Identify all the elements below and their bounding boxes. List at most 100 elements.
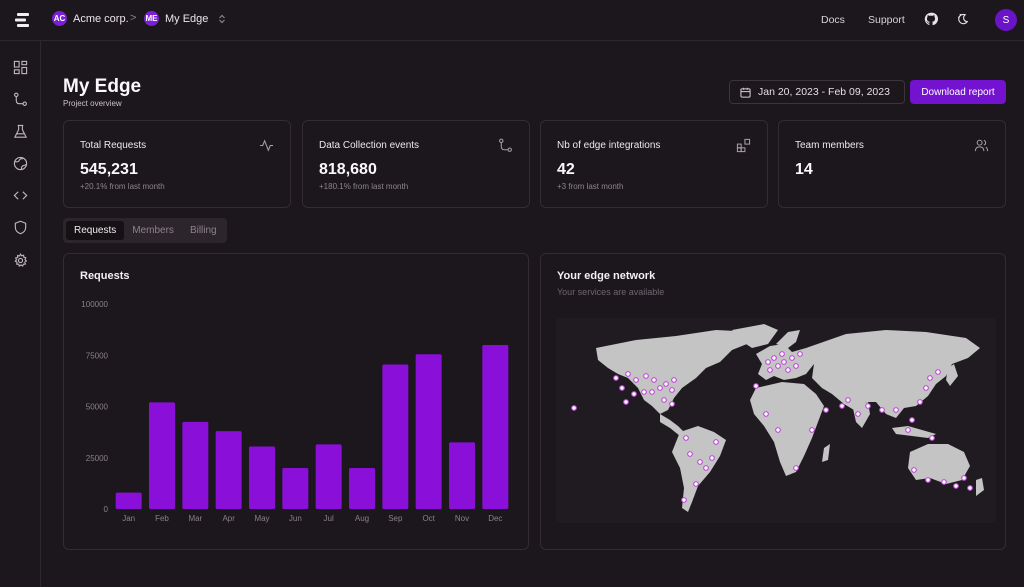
- server-location-dot[interactable]: [923, 385, 929, 391]
- server-location-dot[interactable]: [693, 481, 699, 487]
- server-location-dot[interactable]: [771, 355, 777, 361]
- server-location-dot[interactable]: [797, 351, 803, 357]
- server-location-dot[interactable]: [809, 427, 815, 433]
- git-branch-icon[interactable]: [13, 92, 28, 107]
- server-location-dot[interactable]: [767, 367, 773, 373]
- bar-jul[interactable]: [315, 444, 342, 509]
- bar-apr[interactable]: [215, 431, 242, 509]
- map-land: [596, 324, 984, 512]
- server-location-dot[interactable]: [775, 363, 781, 369]
- server-location-dot[interactable]: [925, 477, 931, 483]
- server-location-dot[interactable]: [661, 397, 667, 403]
- server-location-dot[interactable]: [681, 497, 687, 503]
- shield-icon[interactable]: [13, 220, 28, 235]
- server-location-dot[interactable]: [619, 385, 625, 391]
- org-switcher[interactable]: AC Acme corp.: [52, 11, 129, 26]
- avatar[interactable]: S: [995, 9, 1017, 31]
- server-location-dot[interactable]: [697, 459, 703, 465]
- dashboard-icon[interactable]: [13, 60, 28, 75]
- server-location-dot[interactable]: [641, 389, 647, 395]
- bar-jan[interactable]: [115, 492, 142, 509]
- server-location-dot[interactable]: [781, 359, 787, 365]
- bar-aug[interactable]: [349, 468, 375, 509]
- server-location-dot[interactable]: [917, 399, 923, 405]
- server-location-dot[interactable]: [909, 417, 915, 423]
- server-location-dot[interactable]: [657, 385, 663, 391]
- server-location-dot[interactable]: [571, 405, 577, 411]
- server-location-dot[interactable]: [911, 467, 917, 473]
- server-location-dot[interactable]: [633, 377, 639, 383]
- project-switcher[interactable]: ME My Edge: [144, 11, 226, 26]
- server-location-dot[interactable]: [669, 387, 675, 393]
- server-location-dot[interactable]: [631, 391, 637, 397]
- server-location-dot[interactable]: [855, 411, 861, 417]
- logo-icon[interactable]: [14, 11, 32, 29]
- server-location-dot[interactable]: [683, 435, 689, 441]
- server-location-dot[interactable]: [789, 355, 795, 361]
- server-location-dot[interactable]: [961, 475, 967, 481]
- bar-jun[interactable]: [282, 468, 309, 509]
- globe-icon[interactable]: [13, 156, 28, 171]
- github-icon[interactable]: [924, 12, 938, 26]
- server-location-dot[interactable]: [669, 401, 675, 407]
- tab-members[interactable]: Members: [124, 221, 182, 240]
- x-tick-label: Feb: [155, 514, 169, 523]
- server-location-dot[interactable]: [935, 369, 941, 375]
- date-range-label: Jan 20, 2023 - Feb 09, 2023: [758, 86, 890, 98]
- bar-may[interactable]: [249, 446, 275, 509]
- server-location-dot[interactable]: [823, 407, 829, 413]
- bar-feb[interactable]: [149, 402, 175, 509]
- server-location-dot[interactable]: [865, 403, 871, 409]
- server-location-dot[interactable]: [839, 403, 845, 409]
- server-location-dot[interactable]: [713, 439, 719, 445]
- server-location-dot[interactable]: [649, 389, 655, 395]
- tab-billing[interactable]: Billing: [182, 221, 225, 240]
- bar-nov[interactable]: [449, 442, 475, 509]
- server-location-dot[interactable]: [793, 465, 799, 471]
- server-location-dot[interactable]: [941, 479, 947, 485]
- server-location-dot[interactable]: [753, 383, 759, 389]
- server-location-dot[interactable]: [845, 397, 851, 403]
- stat-card-team-members: Team members 14: [778, 120, 1006, 208]
- bar-oct[interactable]: [415, 354, 442, 509]
- calendar-icon: [740, 87, 751, 98]
- bar-sep[interactable]: [382, 364, 409, 509]
- server-location-dot[interactable]: [709, 455, 715, 461]
- server-location-dot[interactable]: [879, 407, 885, 413]
- server-location-dot[interactable]: [651, 377, 657, 383]
- server-location-dot[interactable]: [793, 363, 799, 369]
- server-location-dot[interactable]: [929, 435, 935, 441]
- server-location-dot[interactable]: [905, 427, 911, 433]
- code-icon[interactable]: [13, 188, 28, 203]
- server-location-dot[interactable]: [625, 371, 631, 377]
- bar-mar[interactable]: [182, 421, 209, 509]
- gear-icon[interactable]: [13, 253, 28, 268]
- server-location-dot[interactable]: [671, 377, 677, 383]
- server-location-dot[interactable]: [953, 483, 959, 489]
- tab-requests[interactable]: Requests: [66, 221, 125, 240]
- server-location-dot[interactable]: [687, 451, 693, 457]
- server-location-dot[interactable]: [765, 359, 771, 365]
- server-location-dot[interactable]: [893, 407, 899, 413]
- server-location-dot[interactable]: [763, 411, 769, 417]
- date-range-picker[interactable]: Jan 20, 2023 - Feb 09, 2023: [729, 80, 905, 104]
- chevron-up-down-icon: [219, 14, 226, 23]
- server-location-dot[interactable]: [967, 485, 973, 491]
- requests-card: Requests 0 25000 50000 75000 100000 Jan Feb Mar…: [63, 253, 529, 550]
- theme-toggle-icon[interactable]: [956, 12, 970, 26]
- server-location-dot[interactable]: [663, 381, 669, 387]
- server-location-dot[interactable]: [779, 351, 785, 357]
- server-location-dot[interactable]: [643, 373, 649, 379]
- server-location-dot[interactable]: [613, 375, 619, 381]
- flask-icon[interactable]: [13, 124, 28, 139]
- bar-dec[interactable]: [482, 345, 509, 509]
- server-location-dot[interactable]: [927, 375, 933, 381]
- server-location-dot[interactable]: [703, 465, 709, 471]
- world-map[interactable]: [556, 318, 996, 523]
- server-location-dot[interactable]: [623, 399, 629, 405]
- support-link[interactable]: Support: [868, 14, 905, 26]
- download-report-button[interactable]: Download report: [910, 80, 1006, 104]
- server-location-dot[interactable]: [775, 427, 781, 433]
- docs-link[interactable]: Docs: [821, 14, 845, 26]
- server-location-dot[interactable]: [785, 367, 791, 373]
